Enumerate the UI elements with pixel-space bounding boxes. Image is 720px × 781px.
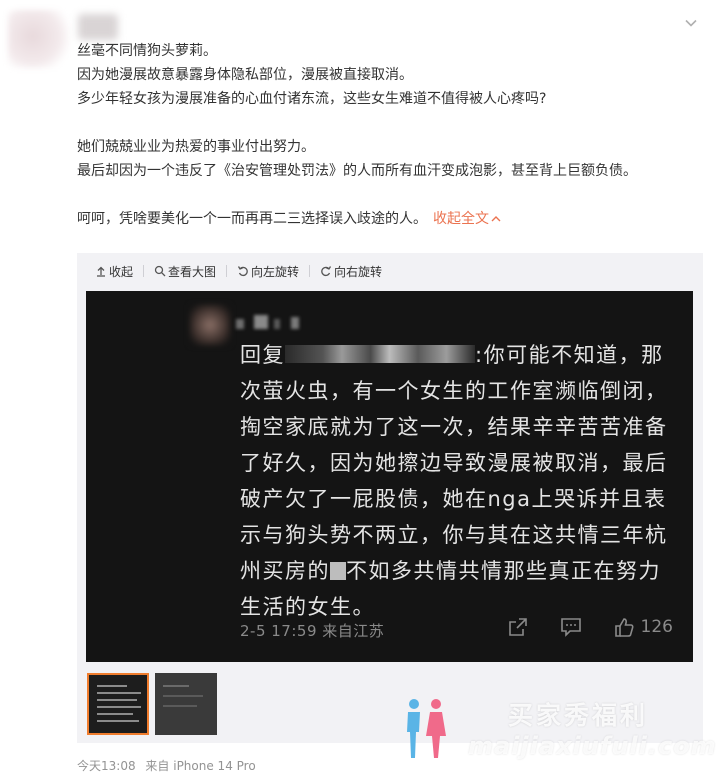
like-count: 126 [640, 617, 673, 637]
post-meta: 今天13:08 来自 iPhone 14 Pro [77, 757, 256, 774]
toolbar-divider [226, 265, 228, 277]
post-line: 因为她漫展故意暴露身体隐私部位，漫展被直接取消。 [77, 67, 413, 83]
redacted-username [285, 345, 475, 363]
toolbar-divider [143, 265, 145, 277]
thumbnail-1[interactable] [87, 673, 149, 735]
share-action [507, 616, 529, 638]
comment-action [559, 616, 583, 638]
main-screenshot-image[interactable]: 回复:你可能不知道，那次萤火虫，有一个女生的工作室濒临倒闭，掏空家底就为了这一次… [86, 291, 693, 662]
reply-prefix: 回复 [240, 343, 285, 367]
zoom-icon [154, 265, 166, 277]
rotate-right-button[interactable]: 向右旋转 [320, 263, 382, 280]
post-time[interactable]: 今天13:08 [77, 759, 136, 773]
more-options-button[interactable] [680, 12, 702, 34]
toolbar-divider [309, 265, 311, 277]
rotate-right-icon [321, 266, 332, 277]
media-container: 收起 查看大图 向左旋转 向右旋转 回复:你可能不知道，那次萤火虫，有一个女生的… [77, 253, 703, 743]
post-source: 来自 iPhone 14 Pro [145, 759, 256, 773]
user-name-blurred [78, 14, 118, 40]
thumbs-up-icon [614, 618, 634, 637]
post-line: 最后却因为一个违反了《治安管理处罚法》的人而所有血汗变成泡影，甚至背上巨额负债。 [77, 163, 637, 179]
image-toolbar: 收起 查看大图 向左旋转 向右旋转 [77, 253, 703, 289]
thumbnail-strip [87, 673, 223, 735]
post-text: 丝毫不同情狗头萝莉。 因为她漫展故意暴露身体隐私部位，漫展被直接取消。 多少年轻… [77, 39, 697, 231]
rotate-left-label: 向左旋转 [251, 264, 300, 279]
like-action: 126 [613, 616, 673, 638]
mosaic-block [254, 315, 268, 329]
mosaic-block [291, 317, 299, 329]
reply-actions: 126 [477, 616, 673, 638]
reply-text: 回复:你可能不知道，那次萤火虫，有一个女生的工作室濒临倒闭，掏空家底就为了这一次… [240, 337, 680, 625]
rotate-right-label: 向右旋转 [334, 264, 383, 279]
mosaic-block [236, 319, 244, 329]
chevron-down-icon [685, 19, 697, 27]
collapse-full-text-label: 收起全文 [433, 211, 489, 227]
redacted-word [330, 562, 346, 580]
view-large-button[interactable]: 查看大图 [154, 263, 216, 280]
rotate-left-icon [237, 266, 248, 277]
share-icon [508, 618, 527, 636]
thumbnail-2[interactable] [155, 673, 217, 735]
collapse-full-text-link[interactable]: 收起全文 [433, 211, 502, 227]
rotate-left-button[interactable]: 向左旋转 [237, 263, 299, 280]
mosaic-block [274, 319, 280, 329]
collapse-image-label: 收起 [109, 264, 134, 279]
view-large-label: 查看大图 [168, 264, 217, 279]
comment-icon [560, 618, 581, 637]
chevron-up-icon [491, 216, 501, 222]
collapse-up-icon [97, 266, 105, 277]
post-line: 她们兢兢业业为热爱的事业付出努力。 [77, 139, 315, 155]
collapse-image-button[interactable]: 收起 [95, 263, 133, 280]
user-avatar-blurred [8, 10, 70, 68]
reply-body: :你可能不知道，那次萤火虫，有一个女生的工作室濒临倒闭，掏空家底就为了这一次，结… [240, 343, 668, 583]
commenter-avatar-blurred [190, 305, 230, 345]
post-line: 丝毫不同情狗头萝莉。 [77, 43, 217, 59]
reply-meta: 2-5 17:59 来自江苏 [240, 622, 385, 640]
post-line: 呵呵，凭啥要美化一个一而再再二三选择误入歧途的人。 [77, 211, 427, 227]
post-line: 多少年轻女孩为漫展准备的心血付诸东流，这些女生难道不值得被人心疼吗? [77, 91, 547, 107]
